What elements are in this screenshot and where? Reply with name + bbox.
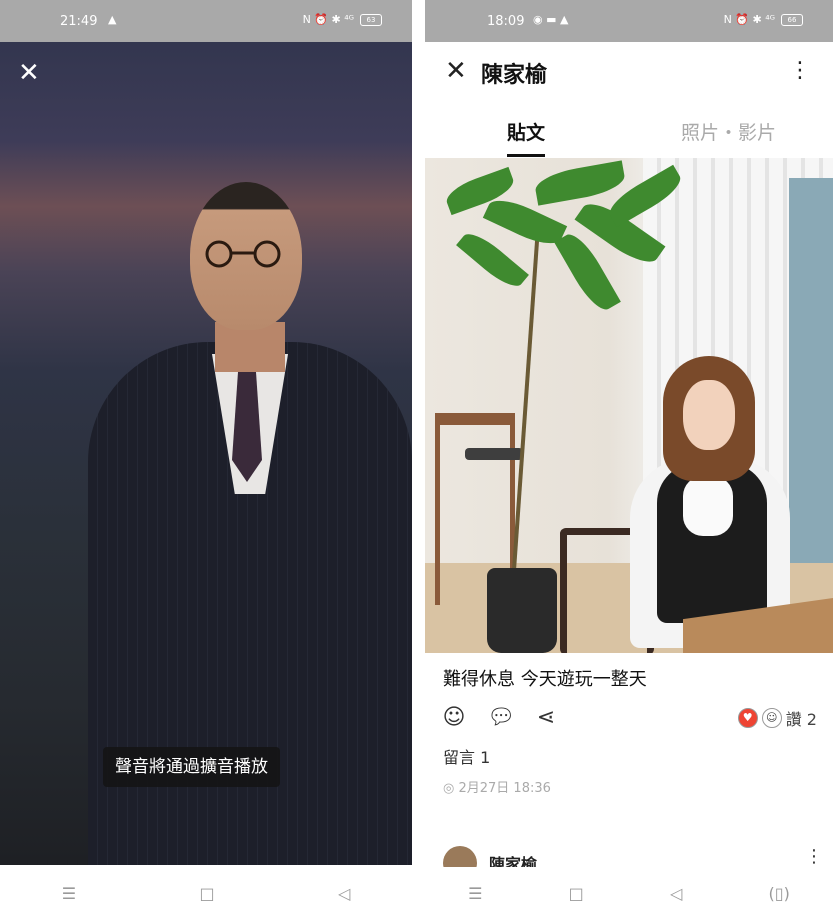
status-bar: 21:49 ▲ N ⏰ ✱ ⁴ᴳ 63 <box>0 0 412 42</box>
notification-icons: ◉ ▬ ▲ <box>533 13 569 26</box>
back-icon[interactable]: ◁ <box>670 884 682 903</box>
globe-icon: ◎ <box>443 781 455 796</box>
post-actions: ☺ 💬︎ ⋖ ♥ ☺ 讚 2 <box>441 705 821 733</box>
tab-photos-videos[interactable]: 照片・影片 <box>681 118 776 145</box>
home-icon[interactable]: □ <box>199 884 214 903</box>
lock-icon: ▲ <box>108 13 117 26</box>
share-icon[interactable]: ⋖ <box>533 705 559 731</box>
comment-icon[interactable]: 💬︎ <box>487 705 515 731</box>
avatar[interactable] <box>443 846 477 868</box>
speaker-notice-toast: 聲音將通過擴音播放 <box>103 747 280 787</box>
post-time: ◎ 2月27日 18:36 <box>443 781 551 796</box>
next-post-header: 陳家榆 ⋮ <box>443 846 823 868</box>
tab-posts[interactable]: 貼文 <box>507 118 546 157</box>
system-nav-bar: ☰ □ ◁ <box>0 867 412 919</box>
more-options-icon[interactable]: ⋮ <box>789 60 811 82</box>
reaction-count: 讚 2 <box>785 710 817 729</box>
glasses-shape <box>205 240 281 268</box>
status-icons: N ⏰ ✱ ⁴ᴳ <box>723 13 775 26</box>
status-bar: 18:09 ◉ ▬ ▲ N ⏰ ✱ ⁴ᴳ 66 <box>425 0 833 42</box>
battery-icon: 66 <box>781 13 803 26</box>
author-name[interactable]: 陳家榆 <box>489 851 537 868</box>
post-caption: 難得休息 今天遊玩一整天 <box>443 669 647 690</box>
menu-icon[interactable]: ☰ <box>468 884 482 903</box>
more-options-icon[interactable]: ⋮ <box>805 846 823 867</box>
comments-link[interactable]: 留言 1 <box>443 744 490 768</box>
status-time: 21:49 <box>60 14 98 29</box>
rotate-icon[interactable]: (▯) <box>769 884 790 903</box>
close-icon[interactable]: ✕ <box>18 60 40 86</box>
post-photo[interactable] <box>425 158 833 653</box>
close-icon[interactable]: ✕ <box>445 58 467 84</box>
system-nav-bar: ☰ □ ◁ (▯) <box>425 867 833 919</box>
menu-icon[interactable]: ☰ <box>62 884 76 903</box>
profile-header: ✕ 陳家榆 ⋮ <box>425 42 833 102</box>
status-icons: N ⏰ ✱ ⁴ᴳ <box>302 13 354 26</box>
home-icon[interactable]: □ <box>569 884 584 903</box>
plant-pot <box>487 568 557 653</box>
smile-reaction-icon: ☺ <box>761 708 782 728</box>
react-smile-icon[interactable]: ☺ <box>441 705 467 731</box>
profile-name: 陳家榆 <box>481 63 548 88</box>
reactions-summary[interactable]: ♥ ☺ 讚 2 <box>737 706 817 730</box>
video-player[interactable]: ✕ 聲音將通過擴音播放 <box>0 42 412 865</box>
right-phone-screen: 18:09 ◉ ▬ ▲ N ⏰ ✱ ⁴ᴳ 66 ✕ 陳家榆 ⋮ 貼文 照片・影片 <box>425 0 833 919</box>
left-phone-screen: 21:49 ▲ N ⏰ ✱ ⁴ᴳ 63 ✕ 聲音將通過擴音播放 ☰ □ ◁ <box>0 0 412 919</box>
love-reaction-icon: ♥ <box>737 708 758 728</box>
back-icon[interactable]: ◁ <box>338 884 350 903</box>
status-time: 18:09 <box>487 14 525 29</box>
battery-icon: 63 <box>360 13 382 26</box>
tab-bar: 貼文 照片・影片 <box>425 108 833 158</box>
